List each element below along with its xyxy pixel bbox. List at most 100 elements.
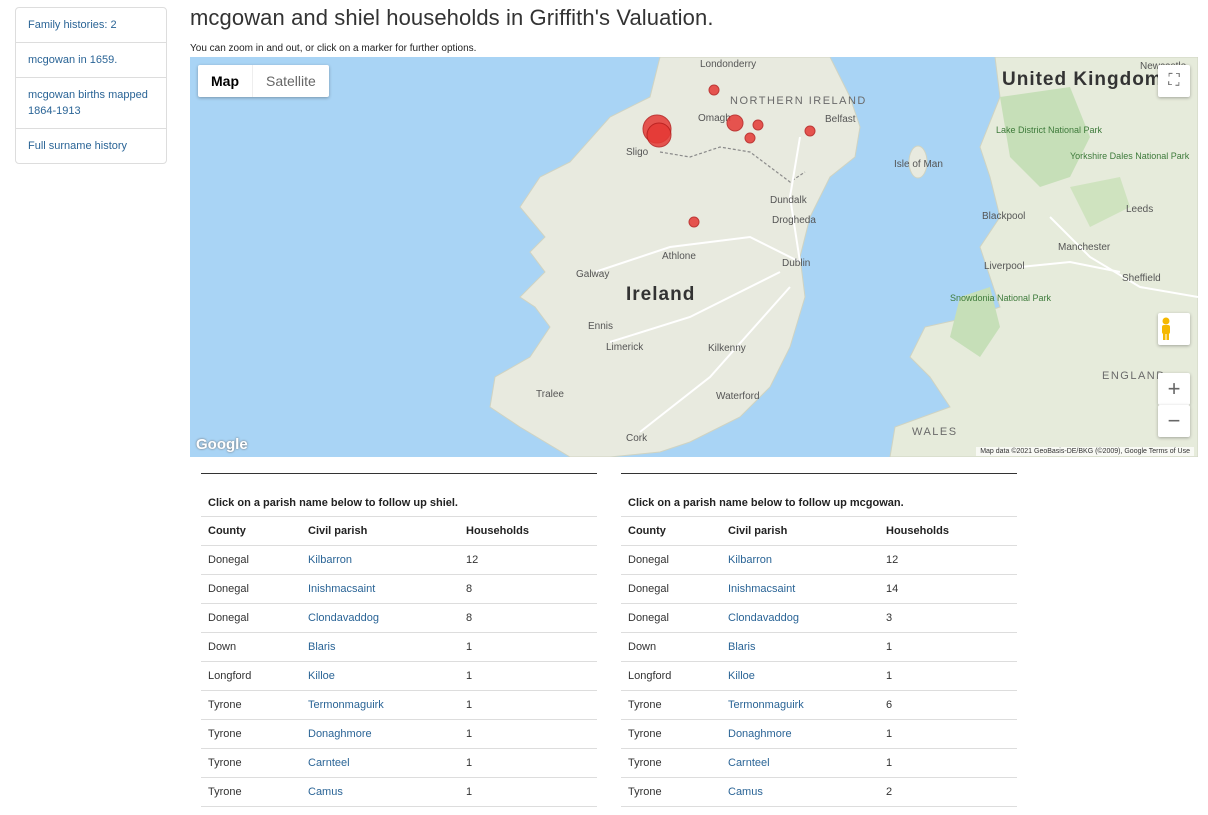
households-cell: 1	[879, 719, 1017, 749]
marker-inishmacsaint[interactable]	[646, 122, 672, 148]
mcgowan-parish-table: Click on a parish name below to follow u…	[621, 473, 1017, 807]
map-type-satellite-button[interactable]: Satellite	[252, 65, 329, 97]
header-households: Households	[459, 517, 597, 546]
map-canvas: Ireland United Kingdom NORTHERN IRELAND …	[489, 57, 1198, 457]
households-cell: 12	[459, 545, 597, 575]
parish-link[interactable]: Termonmaguirk	[728, 699, 804, 711]
marker-carnteel[interactable]	[744, 132, 756, 144]
households-cell: 1	[459, 719, 597, 749]
map-type-map-button[interactable]: Map	[198, 65, 252, 97]
label-isle-of-man: Isle of Man	[894, 159, 943, 170]
mcgowan-table-caption: Click on a parish name below to follow u…	[621, 474, 1017, 517]
parish-link[interactable]: Killoe	[308, 670, 335, 682]
parish-link[interactable]: Carnteel	[728, 757, 770, 769]
map-view[interactable]: Ireland United Kingdom NORTHERN IRELAND …	[190, 57, 1198, 457]
parish-cell: Donaghmore	[301, 719, 459, 749]
parish-cell: Termonmaguirk	[301, 690, 459, 720]
marker-clondavaddog[interactable]	[708, 84, 720, 96]
nav-mcgowan-1659[interactable]: mcgowan in 1659.	[16, 42, 166, 77]
parish-link[interactable]: Clondavaddog	[728, 612, 799, 624]
label-england: ENGLAND	[1102, 370, 1166, 382]
table-row: Down Blaris 1	[621, 632, 1017, 662]
label-yorkshire-dales: Yorkshire Dales National Park	[1070, 151, 1190, 161]
table-header-row: County Civil parish Households	[201, 517, 597, 546]
county-cell: Donegal	[201, 545, 301, 575]
label-londonderry: Londonderry	[700, 59, 756, 70]
county-cell: Tyrone	[201, 690, 301, 720]
parish-cell: Clondavaddog	[721, 603, 879, 633]
households-cell: 6	[879, 690, 1017, 720]
parish-link[interactable]: Clondavaddog	[308, 612, 379, 624]
county-cell: Donegal	[621, 574, 721, 604]
table-row: Tyrone Termonmaguirk 6	[621, 690, 1017, 720]
parish-link[interactable]: Inishmacsaint	[308, 583, 375, 595]
table-row: Donegal Kilbarron 12	[621, 545, 1017, 575]
map-attribution[interactable]: Map data ©2021 GeoBasis-DE/BKG (©2009), …	[976, 447, 1194, 456]
parish-link[interactable]: Camus	[728, 786, 763, 798]
households-cell: 1	[459, 690, 597, 720]
map-type-control: Map Satellite	[198, 65, 329, 97]
nav-full-surname-history[interactable]: Full surname history	[16, 128, 166, 163]
table-row: Down Blaris 1	[201, 632, 597, 662]
parish-cell: Inishmacsaint	[301, 574, 459, 604]
parish-cell: Camus	[301, 777, 459, 807]
table-row: Tyrone Termonmaguirk 1	[201, 690, 597, 720]
label-ennis: Ennis	[588, 321, 613, 332]
marker-killoe[interactable]	[688, 216, 700, 228]
label-liverpool: Liverpool	[984, 261, 1025, 272]
parish-link[interactable]: Camus	[308, 786, 343, 798]
county-cell: Tyrone	[621, 719, 721, 749]
fullscreen-icon[interactable]: ⛶	[1158, 65, 1190, 97]
parish-link[interactable]: Inishmacsaint	[728, 583, 795, 595]
zoom-out-button[interactable]: −	[1158, 405, 1190, 437]
county-cell: Tyrone	[201, 719, 301, 749]
zoom-in-button[interactable]: +	[1158, 373, 1190, 405]
parish-link[interactable]: Kilbarron	[308, 554, 352, 566]
county-cell: Donegal	[201, 603, 301, 633]
parish-cell: Killoe	[301, 661, 459, 691]
households-cell: 1	[459, 777, 597, 807]
pegman-icon[interactable]	[1158, 313, 1190, 345]
parish-link[interactable]: Donaghmore	[728, 728, 792, 740]
table-row: Donegal Inishmacsaint 8	[201, 574, 597, 604]
households-cell: 8	[459, 603, 597, 633]
label-lake-district: Lake District National Park	[996, 125, 1103, 135]
households-cell: 1	[879, 748, 1017, 778]
label-snowdonia: Snowdonia National Park	[950, 293, 1052, 303]
label-northern-ireland: NORTHERN IRELAND	[730, 95, 867, 107]
label-ireland: Ireland	[626, 284, 695, 305]
marker-termonmaguirk[interactable]	[726, 114, 744, 132]
marker-blaris[interactable]	[804, 125, 816, 137]
parish-link[interactable]: Termonmaguirk	[308, 699, 384, 711]
households-cell: 1	[879, 661, 1017, 691]
label-sligo: Sligo	[626, 147, 649, 158]
nav-family-histories[interactable]: Family histories: 2	[16, 8, 166, 42]
label-drogheda: Drogheda	[772, 215, 816, 226]
parish-link[interactable]: Carnteel	[308, 757, 350, 769]
label-omagh: Omagh	[698, 113, 731, 124]
county-cell: Donegal	[621, 603, 721, 633]
county-cell: Down	[621, 632, 721, 662]
households-cell: 1	[459, 748, 597, 778]
nav-mcgowan-births-mapped[interactable]: mcgowan births mapped 1864-1913	[16, 77, 166, 128]
header-households: Households	[879, 517, 1017, 546]
parish-cell: Donaghmore	[721, 719, 879, 749]
marker-donaghmore[interactable]	[752, 119, 764, 131]
shiel-table-caption: Click on a parish name below to follow u…	[201, 474, 597, 517]
parish-link[interactable]: Blaris	[308, 641, 336, 653]
households-cell: 14	[879, 574, 1017, 604]
households-cell: 1	[459, 632, 597, 662]
parish-cell: Kilbarron	[721, 545, 879, 575]
label-belfast: Belfast	[825, 114, 856, 125]
county-cell: Donegal	[201, 574, 301, 604]
parish-link[interactable]: Killoe	[728, 670, 755, 682]
parish-link[interactable]: Blaris	[728, 641, 756, 653]
table-row: Tyrone Carnteel 1	[201, 748, 597, 778]
label-dundalk: Dundalk	[770, 195, 808, 206]
table-row: Tyrone Camus 2	[621, 777, 1017, 807]
header-county: County	[621, 517, 721, 546]
parish-link[interactable]: Donaghmore	[308, 728, 372, 740]
parish-link[interactable]: Kilbarron	[728, 554, 772, 566]
label-sheffield: Sheffield	[1122, 273, 1161, 284]
parish-cell: Kilbarron	[301, 545, 459, 575]
